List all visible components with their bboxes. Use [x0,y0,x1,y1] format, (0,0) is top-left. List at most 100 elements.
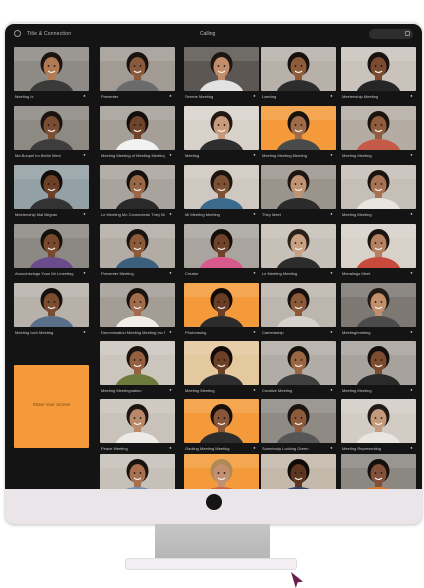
microphone-icon[interactable]: ● [82,211,87,216]
participant-tile[interactable]: Meeting Representing ● [341,399,416,451]
participant-portrait-icon [261,399,336,443]
participant-name: They Meet [262,212,281,217]
participant-name: Meetenship Mal Begran [15,212,58,217]
microphone-icon[interactable]: ● [409,445,414,450]
participant-portrait-icon [261,454,336,489]
participant-tile[interactable]: Meeting Meeting ● [184,341,259,393]
microphone-icon[interactable]: ● [252,445,257,450]
participant-portrait-icon [261,283,336,327]
participant-tile[interactable]: Anouchezings Youn Mr Lmeeting ● [14,224,89,276]
participant-tile[interactable]: Serene Meeting ● [184,47,259,99]
participant-tile[interactable]: Meetenship Mal Begran ● [14,165,89,217]
participant-tile[interactable]: Laening ● [261,47,336,99]
participant-tile[interactable]: Creator ● [184,224,259,276]
participant-tile[interactable]: ● [341,454,416,489]
participant-portrait-icon [341,106,416,150]
microphone-icon[interactable]: ● [252,387,257,392]
participant-name: Meeting Meeting of Meeting Meeting [101,153,165,158]
participant-name: Mi Meeting Meeting [185,212,220,217]
participant-tile[interactable]: Meeting Meeting ● [341,106,416,158]
microphone-icon[interactable]: ● [82,270,87,275]
participant-video [14,47,89,91]
participant-tile[interactable]: Presenter ● [100,47,175,99]
microphone-icon[interactable]: ● [329,152,334,157]
participant-tile[interactable]: ● [261,454,336,489]
participant-portrait-icon [261,224,336,268]
participant-tile[interactable]: Menalings Meet ● [341,224,416,276]
microphone-icon[interactable]: ● [252,329,257,334]
microphone-icon[interactable]: ● [329,270,334,275]
participant-name: Meeting Meetingnation [101,388,142,393]
microphone-icon[interactable]: ● [82,329,87,334]
microphone-icon[interactable]: ● [409,211,414,216]
microphone-icon[interactable]: ● [329,329,334,334]
participant-tile[interactable]: Meeting Meeting ● [341,165,416,217]
participant-portrait-icon [261,165,336,209]
microphone-icon[interactable]: ● [409,387,414,392]
microphone-icon[interactable]: ● [168,152,173,157]
participant-video [184,283,259,327]
participant-tile[interactable]: Photorasing ● [184,283,259,335]
participant-tile[interactable]: Ma Boopel Im Berlin Meni ● [14,106,89,158]
microphone-icon[interactable]: ● [409,93,414,98]
participant-tile[interactable]: Denomination Meeting Meeting Inc Meeting… [100,283,175,335]
participant-video [14,224,89,268]
microphone-icon[interactable]: ● [252,270,257,275]
participant-portrait-icon [261,106,336,150]
participant-video [100,106,175,150]
microphone-icon[interactable]: ● [252,152,257,157]
participant-tile[interactable]: Meeting Ix ● [14,47,89,99]
microphone-icon[interactable]: ● [168,445,173,450]
microphone-icon[interactable]: ● [168,387,173,392]
window-icon[interactable] [405,31,410,36]
participant-tile[interactable]: Peace Meeting ● [100,399,175,451]
participant-tile[interactable]: Meetinghmeting ● [341,283,416,335]
participant-name: Gaoling Meeting Meeting [185,446,230,451]
participant-tile[interactable]: Le Meeting Meeting ● [261,224,336,276]
microphone-icon[interactable]: ● [168,270,173,275]
participant-portrait-icon [100,283,175,327]
microphone-icon[interactable]: ● [329,93,334,98]
microphone-icon[interactable]: ● [329,387,334,392]
microphone-icon[interactable]: ● [82,93,87,98]
participant-tile[interactable]: Le Meeting Mo Connectedo They Meetin● [100,165,175,217]
participant-name: Meeting Meeting [342,212,372,217]
microphone-icon[interactable]: ● [409,152,414,157]
participant-video [261,224,336,268]
participant-tile[interactable]: Gaoling Meeting Meeting ● [184,399,259,451]
participant-tile[interactable]: Meeting ● [184,106,259,158]
participant-name: Menalings Meet [342,271,371,276]
participant-tile[interactable]: ● [100,454,175,489]
participant-name: Laening [262,94,277,99]
participant-video [14,106,89,150]
participant-portrait-icon [184,454,259,489]
microphone-icon[interactable]: ● [409,270,414,275]
microphone-icon[interactable]: ● [168,211,173,216]
microphone-icon[interactable]: ● [329,211,334,216]
participant-tile[interactable]: Meeting Meetingnation ● [100,341,175,393]
microphone-icon[interactable]: ● [252,93,257,98]
featured-tile[interactable]: Share Your Screen [14,365,89,448]
participant-tile[interactable]: Meeting Ioch Meeting ● [14,283,89,335]
microphone-icon[interactable]: ● [409,329,414,334]
participant-tile[interactable]: Somebody Looking Green ● [261,399,336,451]
participant-name: Meeting Meeting Meeting [262,153,307,158]
participant-tile[interactable]: ● [184,454,259,489]
participant-tile[interactable]: Creative Meeting ● [261,341,336,393]
microphone-icon[interactable]: ● [168,93,173,98]
microphone-icon[interactable]: ● [329,445,334,450]
participant-tile[interactable]: Meetenship Meeting ● [341,47,416,99]
participant-tile[interactable]: Presenter Meeting ● [100,224,175,276]
participant-tile[interactable]: Meeting Meeting Meeting ● [261,106,336,158]
microphone-icon[interactable]: ● [252,211,257,216]
participant-tile[interactable]: Cameraship ● [261,283,336,335]
participant-name: Somebody Looking Green [262,446,309,451]
participant-tile[interactable]: Meeting Meeting ● [341,341,416,393]
microphone-icon[interactable]: ● [82,152,87,157]
featured-tile-label: Share Your Screen [32,402,71,407]
participant-video [261,454,336,489]
participant-tile[interactable]: Mi Meeting Meeting ● [184,165,259,217]
participant-tile[interactable]: They Meet ● [261,165,336,217]
participant-tile[interactable]: Meeting Meeting of Meeting Meeting ● [100,106,175,158]
microphone-icon[interactable]: ● [168,329,173,334]
